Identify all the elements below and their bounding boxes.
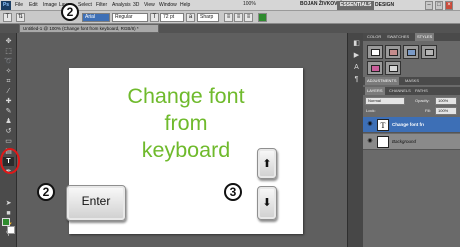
foreground-color-swatch[interactable] bbox=[2, 218, 10, 226]
crop-tool-icon[interactable]: ⌗ bbox=[3, 77, 14, 86]
maximize-icon[interactable]: □ bbox=[435, 1, 443, 10]
brush-tool-icon[interactable]: ✎ bbox=[3, 107, 14, 116]
layer-row-text[interactable]: ◉ T Change font from keyboard bbox=[363, 117, 460, 133]
marquee-tool-icon[interactable]: ⬚ bbox=[3, 47, 14, 56]
menu-window[interactable]: Window bbox=[159, 2, 177, 8]
tab-channels[interactable]: CHANNELS bbox=[387, 87, 413, 95]
text-layer-thumbnail: T bbox=[377, 119, 389, 131]
zoom-level[interactable]: 100% bbox=[243, 1, 256, 7]
menu-filter[interactable]: Filter bbox=[96, 2, 107, 8]
style-swatch-2[interactable] bbox=[385, 45, 401, 59]
align-left-icon[interactable]: ≡ bbox=[224, 13, 233, 22]
fill-label: Fill: bbox=[425, 108, 432, 113]
opacity-label: Opacity: bbox=[415, 98, 430, 103]
photoshop-window: Ps File Edit Image Layer Select Filter A… bbox=[0, 0, 460, 247]
text-orientation-icon[interactable]: ⇅ bbox=[16, 13, 25, 22]
callout-3: 3 bbox=[224, 183, 242, 201]
tab-color[interactable]: COLOR bbox=[365, 33, 383, 41]
eyedropper-tool-icon[interactable]: ⁄ bbox=[3, 87, 14, 96]
menu-image[interactable]: Image bbox=[43, 2, 57, 8]
blend-mode-select[interactable]: Normal bbox=[365, 97, 405, 105]
tab-masks[interactable]: MASKS bbox=[403, 77, 421, 85]
menu-view[interactable]: View bbox=[144, 2, 155, 8]
layers-panel-tabs: LAYERS CHANNELS PATHS bbox=[363, 87, 460, 95]
workspace-essentials[interactable]: ESSENTIALS bbox=[337, 1, 375, 10]
style-swatch-4[interactable] bbox=[421, 45, 437, 59]
style-swatch-6[interactable] bbox=[385, 61, 401, 75]
menu-select[interactable]: Select bbox=[78, 2, 92, 8]
align-right-icon[interactable]: ≡ bbox=[244, 13, 253, 22]
menu-3d[interactable]: 3D bbox=[133, 2, 139, 8]
history-brush-tool-icon[interactable]: ↺ bbox=[3, 127, 14, 136]
arrow-down-key: ⬇ bbox=[257, 186, 277, 220]
paragraph-panel-icon[interactable]: ¶ bbox=[351, 75, 362, 84]
close-icon[interactable]: × bbox=[445, 1, 453, 10]
lasso-tool-icon[interactable]: ➰ bbox=[3, 57, 14, 66]
adjustments-panel-tabs: ADJUSTMENTS MASKS bbox=[363, 77, 460, 85]
visibility-eye-icon[interactable]: ◉ bbox=[366, 121, 374, 128]
path-selection-tool-icon[interactable]: ➤ bbox=[3, 199, 14, 208]
type-tool-highlight bbox=[0, 148, 20, 174]
callout-2-enter: 2 bbox=[37, 183, 55, 201]
actions-panel-icon[interactable]: ▶ bbox=[351, 51, 362, 60]
menu-help[interactable]: Help bbox=[180, 2, 190, 8]
lock-label: Lock: bbox=[366, 108, 376, 113]
opacity-field[interactable]: 100% bbox=[435, 97, 457, 105]
font-family-field[interactable]: Arial bbox=[82, 13, 110, 22]
character-panel-icon[interactable]: A bbox=[351, 63, 362, 72]
tab-swatches[interactable]: SWATCHES bbox=[385, 33, 411, 41]
shape-tool-icon[interactable]: ■ bbox=[3, 209, 14, 218]
style-swatch-3[interactable] bbox=[403, 45, 419, 59]
layer-name: Change font from keyboard bbox=[392, 122, 424, 127]
eraser-tool-icon[interactable]: ▭ bbox=[3, 137, 14, 146]
fill-field[interactable]: 100% bbox=[435, 107, 457, 115]
antialias-field[interactable]: Sharp bbox=[197, 13, 219, 22]
visibility-eye-icon[interactable]: ◉ bbox=[366, 138, 374, 145]
tab-adjustments[interactable]: ADJUSTMENTS bbox=[365, 77, 399, 85]
text-color-swatch[interactable] bbox=[258, 13, 267, 22]
color-panel-tabs: COLOR SWATCHES STYLES bbox=[363, 33, 460, 41]
style-swatch-5[interactable] bbox=[367, 61, 383, 75]
menu-file[interactable]: File bbox=[15, 2, 23, 8]
minimize-icon[interactable]: – bbox=[425, 1, 433, 10]
magic-wand-tool-icon[interactable]: ✧ bbox=[3, 67, 14, 76]
font-size-field[interactable]: 72 pt bbox=[160, 13, 184, 22]
panel-dock: COLOR SWATCHES STYLES ADJUSTMENTS MASKS … bbox=[363, 33, 460, 247]
arrow-up-key: ⬆ bbox=[257, 148, 277, 179]
collapsed-panel-strip: ◧ ▶ A ¶ bbox=[347, 33, 363, 247]
antialias-icon: a bbox=[186, 13, 195, 22]
background-layer-thumbnail bbox=[377, 136, 389, 148]
layer-row-background[interactable]: ◉ Background bbox=[363, 134, 460, 150]
callout-2-top: 2 bbox=[61, 3, 79, 21]
toolbox: ✥ ⬚ ➰ ✧ ⌗ ⁄ ✚ ✎ ♟ ↺ ▭ ▤ ● ✒ T ➤ ■ ✋ ⚲ bbox=[0, 33, 17, 247]
align-center-icon[interactable]: ≡ bbox=[234, 13, 243, 22]
menu-edit[interactable]: Edit bbox=[29, 2, 38, 8]
document-tab[interactable]: Untitled-1 @ 100% (Change font from keyb… bbox=[19, 24, 159, 33]
photoshop-logo: Ps bbox=[1, 1, 11, 10]
text-tool-icon[interactable]: T bbox=[3, 13, 12, 22]
background-color-swatch[interactable] bbox=[7, 226, 15, 234]
workspace-design[interactable]: DESIGN bbox=[372, 1, 397, 10]
healing-brush-tool-icon[interactable]: ✚ bbox=[3, 97, 14, 106]
tab-paths[interactable]: PATHS bbox=[413, 87, 430, 95]
menu-analysis[interactable]: Analysis bbox=[112, 2, 131, 8]
tab-styles[interactable]: STYLES bbox=[415, 33, 435, 41]
history-panel-icon[interactable]: ◧ bbox=[351, 39, 362, 48]
stamp-tool-icon[interactable]: ♟ bbox=[3, 117, 14, 126]
move-tool-icon[interactable]: ✥ bbox=[3, 37, 14, 46]
layer-name: Background bbox=[392, 139, 417, 144]
tab-layers[interactable]: LAYERS bbox=[365, 87, 385, 95]
style-swatch-1[interactable] bbox=[367, 45, 383, 59]
enter-key: Enter bbox=[66, 185, 126, 221]
font-style-field[interactable]: Regular bbox=[112, 13, 148, 22]
font-size-icon: T bbox=[150, 13, 159, 22]
